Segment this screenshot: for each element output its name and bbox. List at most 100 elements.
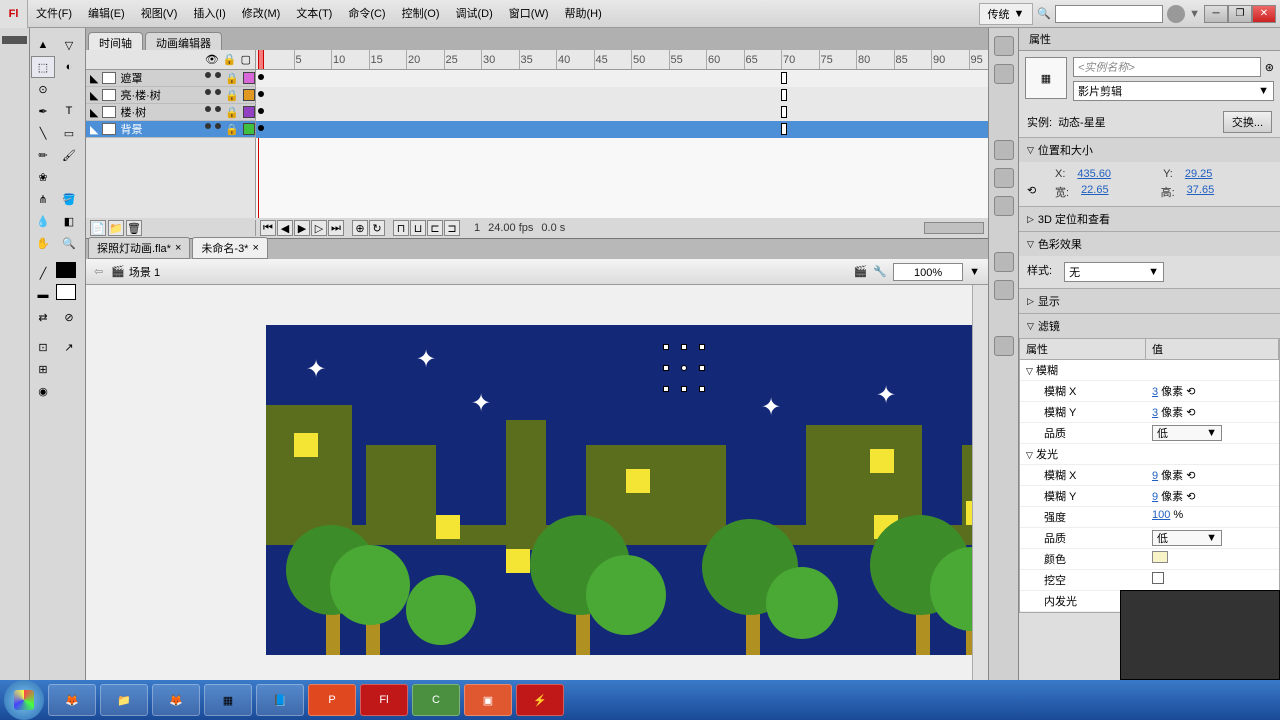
minimize-button[interactable]: ─: [1204, 5, 1228, 23]
pen-tool[interactable]: ✒: [31, 100, 55, 122]
filter-row-1[interactable]: 模糊 X3 像素 ⟲: [1020, 381, 1279, 402]
maximize-button[interactable]: ❐: [1228, 5, 1252, 23]
dropdown-icon[interactable]: ▼: [1189, 8, 1200, 20]
swap-button[interactable]: 交换...: [1223, 111, 1272, 133]
text-tool[interactable]: T: [57, 100, 81, 122]
zoom-tool[interactable]: 🔍: [57, 232, 81, 254]
snap-tool[interactable]: ⊡: [31, 336, 55, 358]
section-filters[interactable]: ▽滤镜: [1019, 314, 1280, 338]
edit-frames-button[interactable]: ⊏: [427, 220, 443, 236]
onion-outline-button[interactable]: ⊔: [410, 220, 426, 236]
section-display[interactable]: ▷显示: [1019, 289, 1280, 313]
delete-layer-button[interactable]: 🗑: [126, 220, 142, 236]
option-tool[interactable]: ↗: [57, 336, 81, 358]
play-button[interactable]: ▶: [294, 220, 310, 236]
layer-row-2[interactable]: ◣楼·树🔒: [86, 104, 988, 121]
fill-swatch[interactable]: ▬: [31, 284, 55, 306]
menu-window[interactable]: 窗口(W): [501, 0, 557, 28]
close-tab-icon[interactable]: ×: [252, 242, 258, 254]
y-value[interactable]: 29.25: [1185, 168, 1213, 180]
filter-row-9[interactable]: 颜色: [1020, 549, 1279, 570]
symbol-type-select[interactable]: 影片剪辑▼: [1073, 81, 1274, 101]
panel-info-icon[interactable]: [994, 168, 1014, 188]
menu-command[interactable]: 命令(C): [340, 0, 393, 28]
search-input[interactable]: [1055, 5, 1163, 23]
new-layer-button[interactable]: 📄: [90, 220, 106, 236]
edit-symbol-icon[interactable]: 🔧: [873, 265, 887, 278]
filter-row-6[interactable]: 模糊 Y9 像素 ⟲: [1020, 486, 1279, 507]
fill-color[interactable]: [56, 284, 76, 300]
timeline-ruler[interactable]: 5101520253035404550556065707580859095: [256, 50, 988, 69]
panel-align-icon[interactable]: [994, 140, 1014, 160]
new-folder-button[interactable]: 📁: [108, 220, 124, 236]
lock-aspect-icon[interactable]: ⟲: [1027, 184, 1043, 200]
properties-tab[interactable]: 属性: [1019, 28, 1280, 51]
back-icon[interactable]: ⇦: [94, 265, 103, 278]
eye-icon[interactable]: 👁: [205, 53, 219, 66]
panel-swatches-icon[interactable]: [994, 64, 1014, 84]
menu-debug[interactable]: 调试(D): [448, 0, 501, 28]
close-tab-icon[interactable]: ×: [175, 242, 181, 254]
task-app2[interactable]: ▦: [204, 684, 252, 716]
tab-timeline[interactable]: 时间轴: [88, 32, 143, 50]
no-color[interactable]: ⊘: [57, 306, 81, 328]
task-explorer[interactable]: 📁: [100, 684, 148, 716]
task-app1[interactable]: 🦊: [152, 684, 200, 716]
filter-row-8[interactable]: 品质低▼: [1020, 528, 1279, 549]
section-3d[interactable]: ▷3D 定位和查看: [1019, 207, 1280, 231]
panel-transform-icon[interactable]: [994, 196, 1014, 216]
link-icon[interactable]: ⊛: [1265, 61, 1274, 74]
task-firefox[interactable]: 🦊: [48, 684, 96, 716]
first-frame-button[interactable]: ⏮: [260, 220, 276, 236]
deco-tool[interactable]: ❀: [31, 166, 55, 188]
filter-row-3[interactable]: 品质低▼: [1020, 423, 1279, 444]
panel-action-icon[interactable]: [994, 280, 1014, 300]
menu-modify[interactable]: 修改(M): [234, 0, 289, 28]
panel-library-icon[interactable]: [994, 252, 1014, 272]
selection-handles[interactable]: [666, 347, 702, 389]
bone-tool[interactable]: ⋔: [31, 188, 55, 210]
menu-file[interactable]: 文件(F): [28, 0, 80, 28]
task-app3[interactable]: 📘: [256, 684, 304, 716]
pencil-tool[interactable]: ✏: [31, 144, 55, 166]
stroke-swatch[interactable]: ╱: [31, 262, 55, 284]
filter-row-4[interactable]: ▽ 发光: [1020, 444, 1279, 465]
tab-motion-editor[interactable]: 动画编辑器: [145, 32, 222, 50]
layer-row-3[interactable]: ◣背景🔒: [86, 121, 988, 138]
filter-row-2[interactable]: 模糊 Y3 像素 ⟲: [1020, 402, 1279, 423]
next-frame-button[interactable]: ▷: [311, 220, 327, 236]
stage-vscroll[interactable]: [972, 285, 988, 704]
workspace-switcher[interactable]: 传统▼: [979, 3, 1034, 25]
instance-name-input[interactable]: <实例名称>: [1073, 57, 1261, 77]
task-flash[interactable]: Fl: [360, 684, 408, 716]
width-value[interactable]: 22.65: [1081, 184, 1109, 200]
layer-row-1[interactable]: ◣亮·楼·树🔒: [86, 87, 988, 104]
stage[interactable]: ✦ ✦ ✦ ✦ ✦: [86, 285, 988, 704]
color-style-select[interactable]: 无▼: [1064, 262, 1164, 282]
swap-colors[interactable]: ⇄: [31, 306, 55, 328]
paint-bucket-tool[interactable]: 🪣: [57, 188, 81, 210]
panel-color-icon[interactable]: [994, 36, 1014, 56]
timeline-scrollbar[interactable]: [924, 222, 984, 234]
filter-row-0[interactable]: ▽ 模糊: [1020, 360, 1279, 381]
outline-icon[interactable]: ▢: [241, 53, 251, 66]
layer-row-0[interactable]: ◣遮罩🔒: [86, 70, 988, 87]
selection-tool[interactable]: ▲: [31, 34, 55, 56]
center-frame-button[interactable]: ⊕: [352, 220, 368, 236]
prev-frame-button[interactable]: ◀: [277, 220, 293, 236]
menu-edit[interactable]: 编辑(E): [80, 0, 133, 28]
zoom-dropdown-icon[interactable]: ▼: [969, 266, 980, 278]
menu-view[interactable]: 视图(V): [133, 0, 186, 28]
filter-row-10[interactable]: 挖空: [1020, 570, 1279, 591]
cs-live-icon[interactable]: [1167, 5, 1185, 23]
lock-column-icon[interactable]: 🔒: [223, 53, 237, 66]
panel-project-icon[interactable]: [994, 336, 1014, 356]
task-camtasia[interactable]: C: [412, 684, 460, 716]
line-tool[interactable]: ╲: [31, 122, 55, 144]
option2[interactable]: ⊞: [31, 358, 55, 380]
doc-tab-0[interactable]: 探照灯动画.fla*×: [88, 237, 190, 259]
onion-skin-button[interactable]: ⊓: [393, 220, 409, 236]
close-button[interactable]: ✕: [1252, 5, 1276, 23]
playhead[interactable]: [258, 50, 264, 69]
lasso-tool[interactable]: ⊙: [31, 78, 55, 100]
